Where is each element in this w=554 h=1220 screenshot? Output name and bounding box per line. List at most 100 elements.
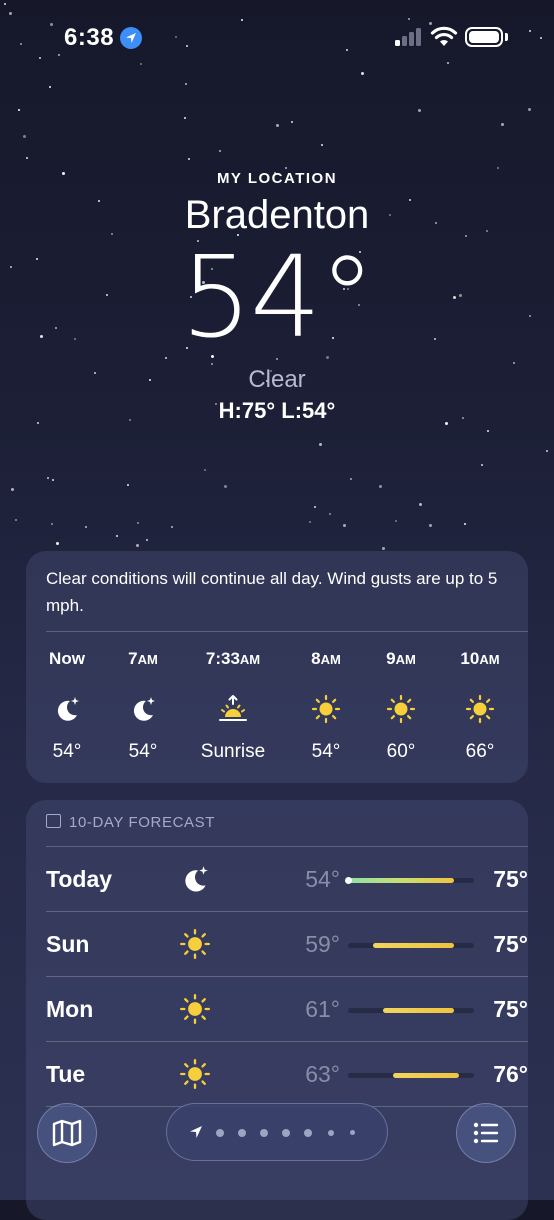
forecast-header: 10-DAY FORECAST	[46, 814, 215, 831]
temperature-range-bar	[345, 877, 474, 884]
hour-label: Now	[49, 649, 85, 668]
page-dot	[328, 1130, 334, 1136]
star	[378, 484, 382, 488]
hour-temp: 54°	[311, 741, 341, 762]
star	[218, 149, 221, 152]
divider	[46, 911, 528, 912]
sun-icon	[180, 929, 210, 959]
star	[328, 512, 331, 515]
divider	[46, 846, 528, 847]
star	[116, 534, 119, 537]
hour-item-10am: 10AM 66°	[440, 649, 520, 763]
star	[171, 525, 174, 528]
page-dot	[260, 1129, 268, 1137]
star	[394, 520, 397, 523]
day-low: 59°	[305, 931, 340, 957]
star	[497, 166, 500, 169]
star	[318, 443, 322, 447]
forecast-row-tue[interactable]: Tue 63° 76°	[46, 1043, 528, 1107]
day-high: 75°	[493, 931, 528, 957]
day-name: Today	[46, 866, 113, 892]
star	[145, 538, 148, 541]
star	[52, 479, 55, 482]
wifi-icon	[430, 26, 458, 46]
star	[501, 123, 505, 127]
star	[487, 430, 490, 433]
status-bar: 6:38	[0, 0, 554, 76]
day-name: Sun	[46, 931, 90, 957]
current-temperature-dot	[345, 877, 352, 884]
high-low: H:75° L:54°	[218, 398, 336, 423]
temperature-range-bar	[348, 1073, 474, 1078]
star	[290, 120, 293, 123]
star	[308, 520, 311, 523]
current-condition: Clear	[248, 366, 306, 393]
day-high: 76°	[493, 1061, 528, 1087]
day-low: 61°	[305, 996, 340, 1022]
hour-temp: 54°	[52, 741, 82, 762]
day-name: Mon	[46, 996, 94, 1022]
hour-item-sunrise: 7:33AM Sunrise	[178, 649, 288, 763]
forecast-row-mon[interactable]: Mon 61° 75°	[46, 978, 528, 1042]
star	[85, 526, 88, 529]
page-dot	[350, 1130, 355, 1135]
hour-item-8am: 8AM 54°	[286, 649, 366, 763]
star	[183, 117, 186, 120]
star	[464, 522, 466, 525]
divider	[46, 631, 528, 632]
city-name: Bradenton	[184, 193, 370, 237]
moon-stars-icon	[57, 697, 79, 721]
page-dot	[282, 1129, 290, 1137]
sunrise-icon	[219, 695, 247, 721]
star	[49, 85, 52, 88]
star	[188, 158, 191, 161]
current-temperature: 54°	[180, 233, 376, 363]
star	[50, 522, 53, 525]
star	[136, 522, 139, 525]
moon-stars-icon	[185, 866, 208, 892]
forecast-title: 10-DAY FORECAST	[69, 814, 215, 831]
hourly-forecast-card[interactable]: Clear conditions will continue all day. …	[26, 551, 528, 783]
page-dot	[238, 1129, 246, 1137]
star	[275, 123, 279, 127]
temperature-range-fill	[383, 1008, 454, 1013]
moon-stars-icon	[133, 697, 155, 721]
location-page-indicator[interactable]	[166, 1103, 388, 1161]
divider	[46, 1041, 528, 1042]
temperature-range-fill	[348, 878, 454, 883]
sun-icon	[180, 1059, 210, 1089]
hour-temp: 54°	[128, 741, 158, 762]
star	[126, 483, 129, 486]
sun-icon	[180, 994, 210, 1024]
star	[512, 361, 515, 364]
map-button[interactable]	[37, 1103, 97, 1163]
cellular-signal-icon	[395, 28, 423, 46]
hour-label: 9AM	[386, 649, 416, 668]
star	[481, 464, 484, 467]
day-low: 54°	[305, 866, 340, 892]
star	[321, 143, 324, 146]
star	[527, 107, 531, 111]
hour-label: 7AM	[128, 649, 158, 668]
temperature-range-fill	[393, 1073, 459, 1078]
star	[428, 523, 432, 527]
page-dot	[216, 1129, 224, 1137]
star	[47, 476, 50, 479]
star	[185, 83, 188, 86]
day-high: 75°	[493, 996, 528, 1022]
star	[10, 487, 14, 491]
forecast-row-today[interactable]: Today 54° 75°	[46, 848, 528, 912]
temperature-range-fill	[373, 943, 454, 948]
divider	[46, 976, 528, 977]
location-services-icon	[120, 27, 142, 49]
sun-icon	[311, 694, 341, 724]
star	[204, 469, 207, 471]
map-icon	[52, 1119, 82, 1147]
conditions-summary: Clear conditions will continue all day. …	[46, 569, 498, 615]
hour-label: 10AM	[460, 649, 500, 668]
forecast-row-sun[interactable]: Sun 59° 75°	[46, 913, 528, 977]
star	[224, 485, 228, 489]
sun-icon	[465, 694, 495, 724]
locations-list-button[interactable]	[456, 1103, 516, 1163]
star	[26, 156, 29, 159]
